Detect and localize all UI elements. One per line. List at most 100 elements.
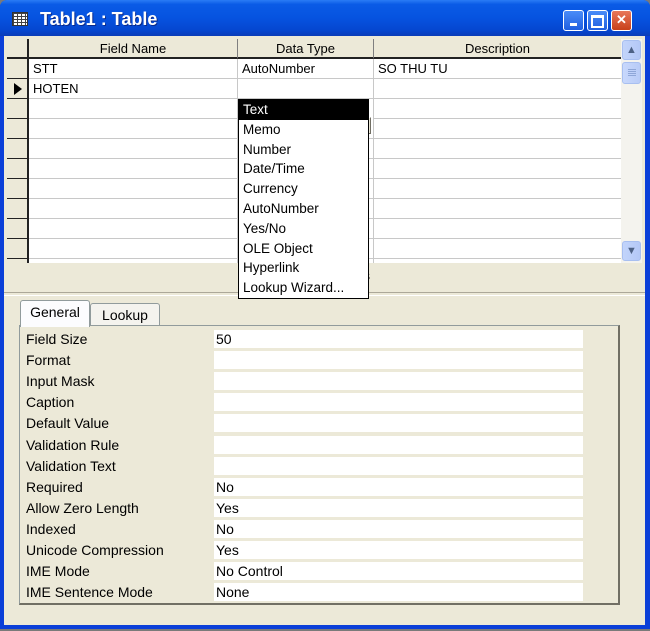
field-name-cell[interactable]	[29, 139, 238, 158]
property-row: Validation Text	[26, 456, 601, 476]
dropdown-option[interactable]: Number	[239, 140, 368, 160]
data-type-cell[interactable]	[238, 79, 374, 98]
property-label: IME Sentence Mode	[26, 584, 153, 601]
property-label: IME Mode	[26, 563, 90, 580]
field-name-cell[interactable]	[29, 259, 238, 263]
grid-corner[interactable]	[7, 39, 29, 59]
row-selector[interactable]	[7, 99, 29, 119]
description-cell[interactable]	[374, 99, 621, 118]
property-row: Caption	[26, 392, 601, 412]
row-selector[interactable]	[7, 179, 29, 199]
property-row: Unicode Compression Yes	[26, 540, 601, 560]
property-row: Required No	[26, 477, 601, 497]
scroll-thumb[interactable]	[622, 62, 641, 84]
dropdown-option[interactable]: Lookup Wizard...	[239, 278, 368, 298]
field-name-cell[interactable]	[29, 159, 238, 178]
property-value-input[interactable]	[214, 393, 583, 412]
row-selector[interactable]	[7, 259, 29, 263]
description-cell[interactable]: SO THU TU	[374, 59, 621, 78]
title-bar[interactable]: Table1 : Table ✕	[0, 0, 650, 36]
tab-lookup[interactable]: Lookup	[90, 303, 160, 327]
description-cell[interactable]	[374, 219, 621, 238]
minimize-button[interactable]	[563, 10, 584, 31]
property-value-input[interactable]: 50	[214, 330, 583, 348]
description-cell[interactable]	[374, 159, 621, 178]
column-header-field-name[interactable]: Field Name	[29, 39, 238, 59]
property-value-input[interactable]: Yes	[214, 541, 583, 559]
row-selector[interactable]	[7, 239, 29, 259]
property-row: Default Value	[26, 413, 601, 433]
field-name-cell[interactable]: STT	[29, 59, 238, 78]
field-name-cell[interactable]	[29, 239, 238, 258]
dropdown-option[interactable]: OLE Object	[239, 239, 368, 259]
column-header-description[interactable]: Description	[374, 39, 621, 59]
property-value-input[interactable]	[214, 372, 583, 391]
property-label: Validation Text	[26, 457, 116, 474]
table-row: STT AutoNumber SO THU TU	[29, 59, 621, 79]
property-row: Field Size 50	[26, 329, 601, 349]
field-name-cell[interactable]	[29, 199, 238, 218]
description-cell[interactable]	[374, 119, 621, 138]
close-button[interactable]: ✕	[611, 10, 632, 31]
row-selector[interactable]	[7, 159, 29, 179]
property-label: Caption	[26, 394, 75, 411]
description-cell[interactable]	[374, 179, 621, 198]
description-cell[interactable]	[374, 199, 621, 218]
scroll-down-button[interactable]: ▼	[622, 241, 641, 261]
field-name-cell[interactable]	[29, 179, 238, 198]
table-row: HOTEN	[29, 79, 621, 99]
window-title: Table1 : Table	[40, 9, 158, 29]
chevron-up-icon: ▲	[626, 44, 637, 56]
scroll-up-button[interactable]: ▲	[622, 40, 641, 60]
field-name-cell[interactable]	[29, 99, 238, 118]
data-type-cell[interactable]: AutoNumber	[238, 59, 374, 78]
tab-general[interactable]: General	[20, 300, 90, 327]
row-selector[interactable]	[7, 219, 29, 239]
property-value-input[interactable]	[214, 435, 583, 454]
dropdown-option[interactable]: AutoNumber	[239, 199, 368, 219]
property-value-input[interactable]	[214, 351, 583, 370]
description-cell[interactable]	[374, 79, 621, 98]
description-cell[interactable]	[374, 259, 621, 263]
property-row: Validation Rule	[26, 435, 601, 455]
row-selector[interactable]	[7, 119, 29, 139]
current-row-indicator-icon	[14, 83, 22, 95]
table-icon	[12, 12, 28, 26]
data-type-dropdown-list[interactable]: Text Memo Number Date/Time Currency AutoNumbe…	[238, 99, 369, 299]
property-label: Input Mask	[26, 373, 95, 390]
description-cell[interactable]	[374, 139, 621, 158]
property-label: Indexed	[26, 520, 76, 537]
property-value-input[interactable]: Yes	[214, 498, 583, 517]
column-header-data-type[interactable]: Data Type	[238, 39, 374, 59]
row-selector[interactable]	[7, 59, 29, 79]
description-cell[interactable]	[374, 239, 621, 258]
property-row: Allow Zero Length Yes	[26, 498, 601, 518]
property-value-input[interactable]	[214, 456, 583, 475]
property-label: Format	[26, 352, 71, 369]
maximize-icon	[591, 15, 604, 28]
table-design-window: Table1 : Table ✕ Field Name Data Type De…	[0, 0, 650, 629]
dropdown-option[interactable]: Yes/No	[239, 219, 368, 239]
row-selector[interactable]	[7, 139, 29, 159]
grid-vertical-scrollbar[interactable]: ▲ ▼	[621, 39, 642, 263]
property-value-input[interactable]: No	[214, 477, 583, 496]
dropdown-option[interactable]: Currency	[239, 179, 368, 199]
property-value-input[interactable]: None	[214, 583, 583, 602]
field-name-cell[interactable]	[29, 219, 238, 238]
field-name-cell[interactable]: HOTEN	[29, 79, 238, 98]
property-label: Required	[26, 478, 83, 495]
dropdown-option[interactable]: Memo	[239, 120, 368, 140]
row-selector[interactable]	[7, 199, 29, 219]
maximize-button[interactable]	[587, 10, 608, 31]
property-value-input[interactable]	[214, 414, 583, 433]
property-row: Input Mask	[26, 371, 601, 391]
chevron-down-icon: ▼	[626, 245, 637, 257]
row-selector[interactable]	[7, 79, 29, 99]
property-value-input[interactable]: No Control	[214, 562, 583, 581]
field-name-cell[interactable]	[29, 119, 238, 138]
dropdown-option[interactable]: Text	[239, 100, 368, 120]
property-value-input[interactable]: No	[214, 519, 583, 538]
general-properties-panel: Field Size 50 Format Input Mask Caption Defau…	[19, 325, 620, 605]
dropdown-option[interactable]: Hyperlink	[239, 258, 368, 278]
dropdown-option[interactable]: Date/Time	[239, 159, 368, 179]
